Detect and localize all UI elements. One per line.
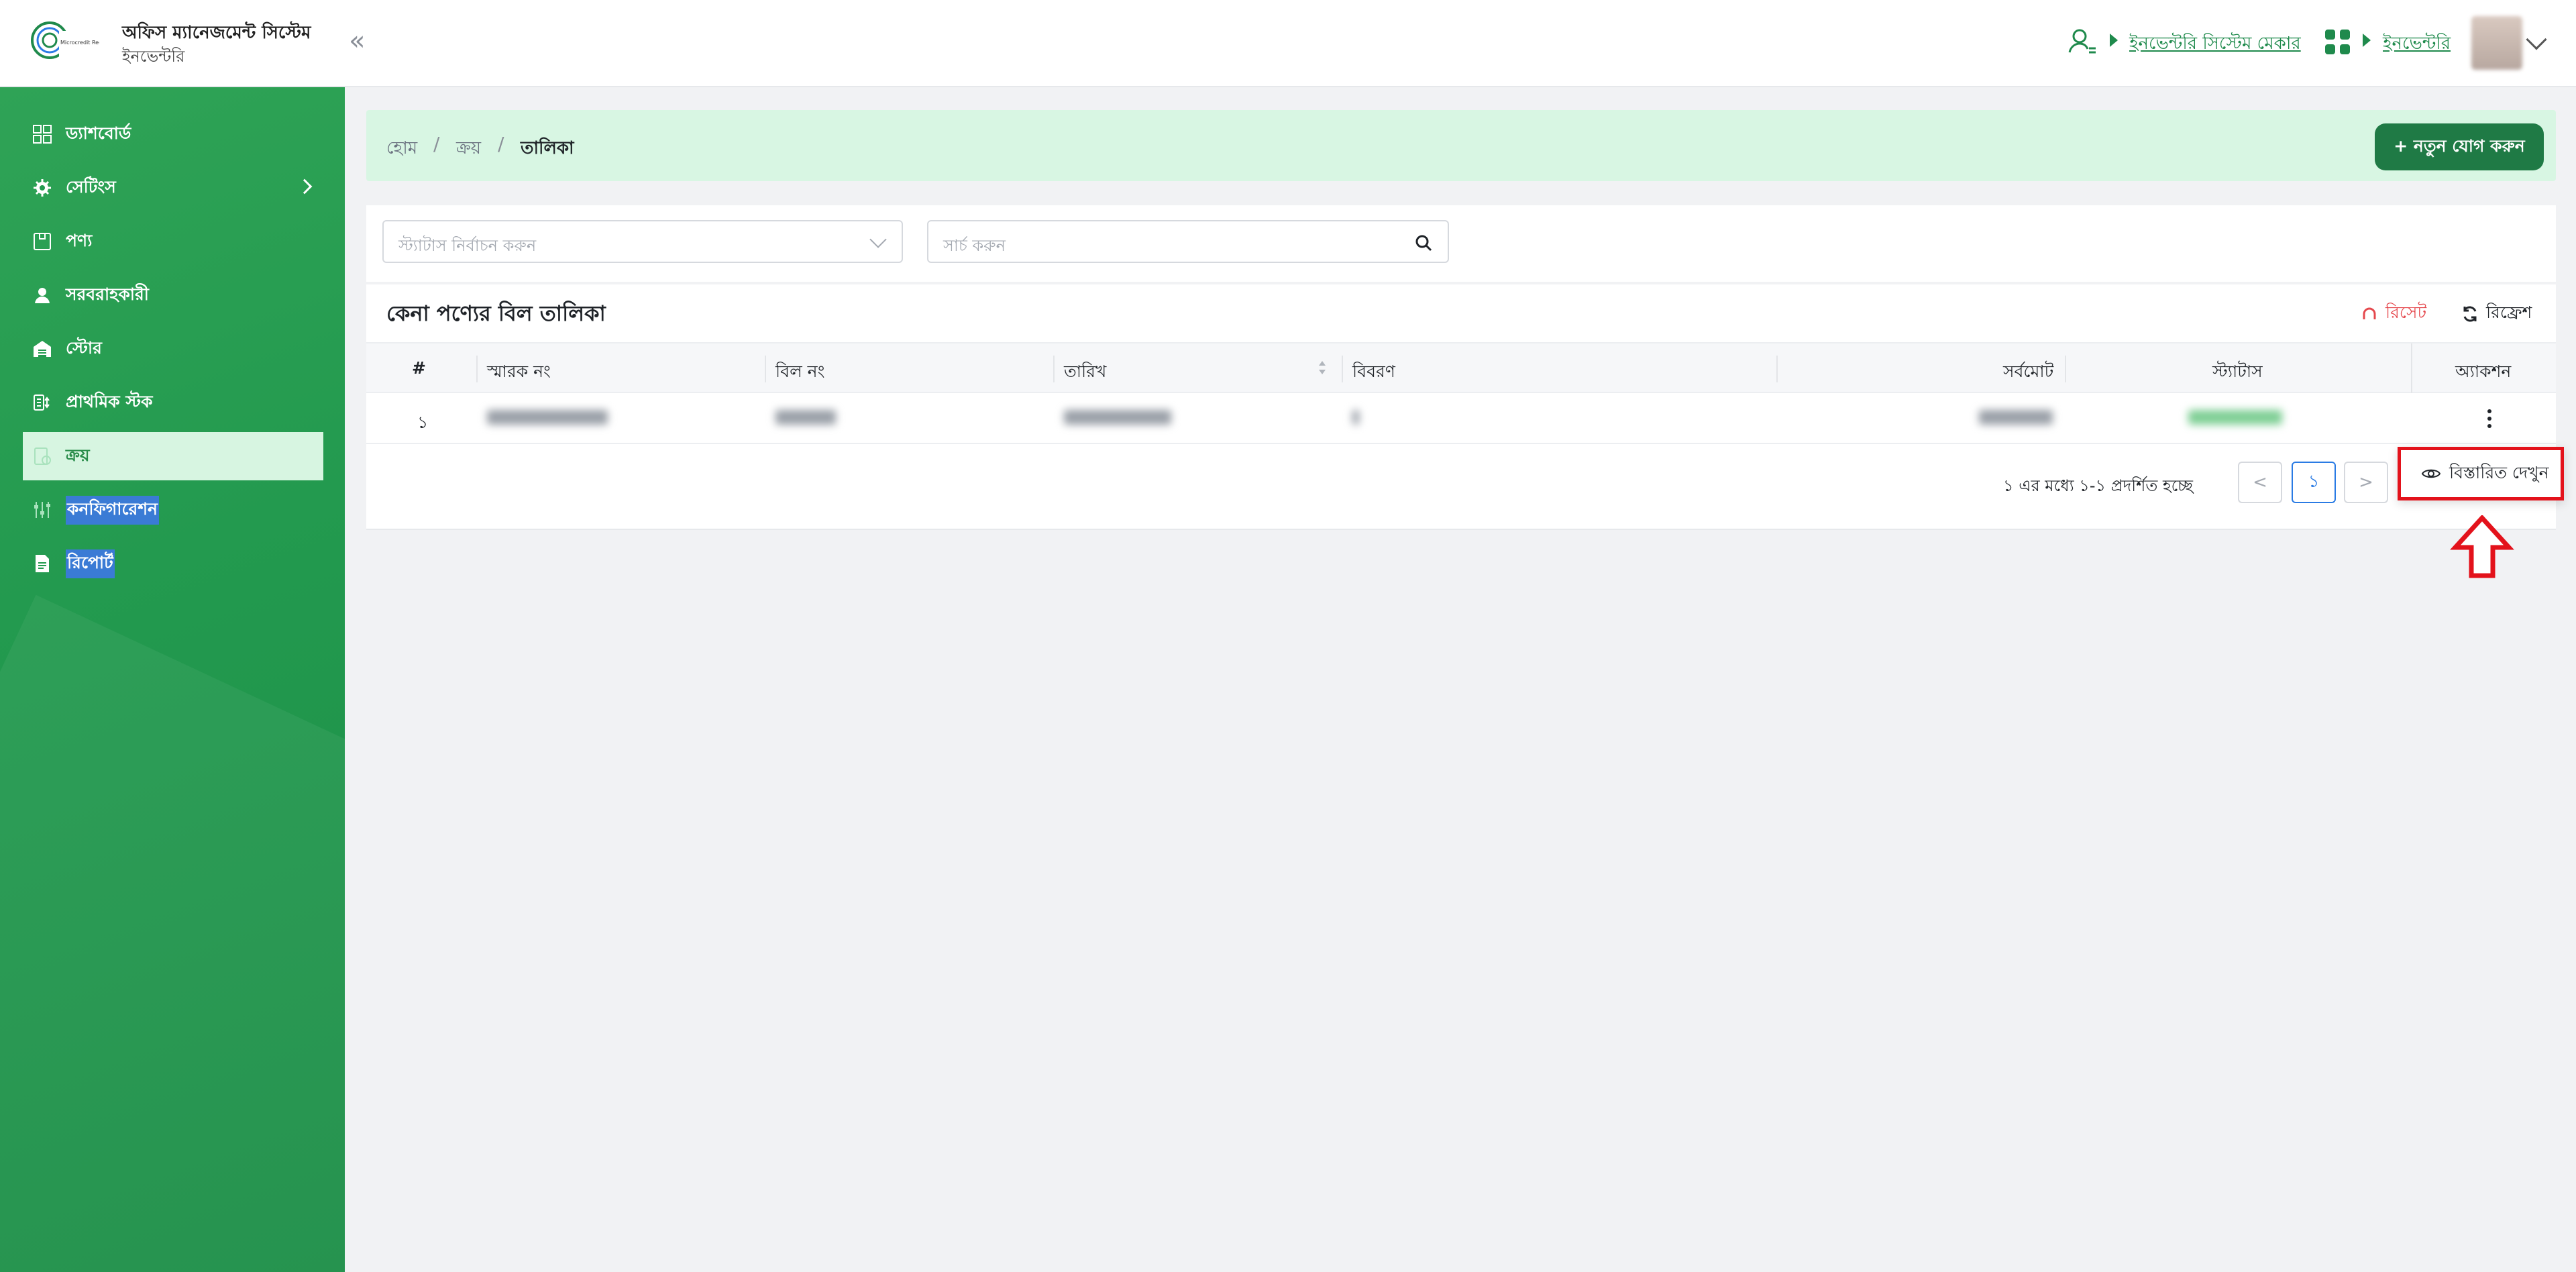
apps-grid-icon[interactable] — [2325, 30, 2351, 55]
chevron-right-icon — [297, 178, 313, 195]
mra-logo-icon: Microcredit Regulatory Authority — [31, 21, 99, 59]
refresh-icon — [2463, 306, 2477, 321]
row-index: ১ — [417, 413, 429, 432]
sort-icon[interactable] — [1318, 358, 1327, 377]
breadcrumb-home[interactable]: হোম — [386, 134, 417, 164]
sliders-icon — [32, 500, 52, 520]
sidebar-item-label: রিপোর্ট — [66, 549, 115, 578]
pagination-info: ১ এর মধ্যে ১-১ প্রদর্শিত হচ্ছে — [2003, 476, 2193, 495]
column-divider — [1342, 356, 1343, 382]
breadcrumb-purchase[interactable]: ক্রয় — [456, 134, 481, 164]
column-divider — [1053, 356, 1055, 382]
sidebar-item-label: ড্যাশবোর্ড — [66, 123, 131, 143]
row-status — [2188, 409, 2282, 429]
sidebar: ড্যাশবোর্ড সেটিংস পণ্য সরবরাহকারী স্টোর … — [0, 87, 345, 1272]
column-divider — [2411, 343, 2412, 394]
status-select[interactable]: স্ট্যাটাস নির্বাচন করুন — [382, 220, 903, 263]
row-description — [1352, 409, 1359, 429]
col-description: বিবরণ — [1352, 362, 1395, 381]
add-new-button[interactable]: + নতুন যোগ করুন — [2375, 123, 2544, 170]
sidebar-item-report[interactable]: রিপোর্ট — [23, 539, 323, 588]
arrow-up-icon — [2450, 515, 2514, 578]
avatar[interactable] — [2471, 16, 2522, 70]
column-divider — [1776, 356, 1778, 382]
chevron-down-icon — [869, 231, 887, 248]
search-placeholder: সার্চ করুন — [943, 236, 1006, 255]
gear-icon — [32, 178, 52, 198]
sidebar-item-initial-stock[interactable]: প্রাথমিক স্টক — [23, 378, 323, 427]
sidebar-item-label: ক্রয় — [66, 445, 90, 465]
row-date — [1064, 409, 1171, 429]
sidebar-item-label: সরবরাহকারী — [66, 284, 149, 304]
product-box-icon — [32, 231, 52, 252]
collapse-sidebar-icon[interactable]: « — [349, 25, 365, 56]
filter-card: স্ট্যাটাস নির্বাচন করুন সার্চ করুন — [366, 205, 2556, 282]
breadcrumb-current: তালিকা — [521, 138, 574, 158]
sidebar-item-store[interactable]: স্টোর — [23, 325, 323, 373]
user-role-icon — [2068, 29, 2096, 54]
table-title: কেনা পণ্যের বিল তালিকা — [386, 301, 606, 326]
reset-label: রিসেট — [2385, 303, 2427, 322]
breadcrumb-separator: / — [433, 133, 440, 155]
view-details-menu-item[interactable]: বিস্তারিত দেখুন — [2398, 447, 2564, 500]
refresh-label: রিফ্রেশ — [2486, 303, 2532, 322]
report-icon — [32, 553, 52, 574]
sidebar-item-configuration[interactable]: কনফিগারেশন — [23, 486, 323, 534]
col-memo-no: স্মারক নং — [487, 362, 551, 381]
column-divider — [2065, 356, 2066, 382]
col-status: স্ট্যাটাস — [2212, 362, 2263, 381]
sidebar-item-supplier[interactable]: সরবরাহকারী — [23, 271, 323, 319]
supplier-icon — [32, 285, 52, 305]
col-action: অ্যাকশন — [2455, 362, 2512, 381]
sidebar-item-settings[interactable]: সেটিংস — [23, 164, 323, 212]
col-date[interactable]: তারিখ — [1064, 358, 1106, 387]
column-divider — [765, 356, 766, 382]
pagination-next-button[interactable]: > — [2344, 462, 2388, 503]
more-actions-icon[interactable] — [2479, 401, 2500, 436]
sidebar-item-label: স্টোর — [66, 337, 102, 358]
store-icon — [32, 339, 52, 359]
module-link[interactable]: ইনভেন্টরি — [2383, 30, 2451, 59]
status-select-placeholder: স্ট্যাটাস নির্বাচন করুন — [398, 236, 537, 255]
caret-right-icon — [2363, 34, 2371, 47]
sidebar-item-dashboard[interactable]: ড্যাশবোর্ড — [23, 110, 323, 158]
purchase-icon — [32, 446, 52, 466]
reset-button[interactable]: রিসেট — [2360, 299, 2426, 328]
search-input[interactable]: সার্চ করুন — [927, 220, 1449, 263]
col-index: # — [412, 358, 426, 378]
brand-subtitle: ইনভেন্টরি — [122, 47, 185, 66]
sidebar-item-label: পণ্য — [66, 230, 93, 250]
top-header: Microcredit Regulatory Authority অফিস ম্… — [0, 0, 2576, 87]
bill-table-card: কেনা পণ্যের বিল তালিকা রিসেট রিফ্রেশ # স… — [366, 284, 2556, 530]
user-role-link[interactable]: ইনভেন্টরি সিস্টেম মেকার — [2129, 30, 2301, 59]
view-details-label: বিস্তারিত দেখুন — [2449, 462, 2549, 482]
breadcrumb-separator: / — [498, 133, 504, 155]
dashboard-grid-icon — [32, 124, 52, 144]
col-total: সর্বমোট — [2003, 362, 2054, 381]
reset-icon — [2363, 307, 2376, 319]
search-icon[interactable] — [1414, 233, 1433, 252]
row-bill-no — [775, 409, 836, 429]
sidebar-item-label: সেটিংস — [66, 176, 116, 197]
column-divider — [476, 356, 478, 382]
stock-icon — [32, 392, 52, 413]
sidebar-item-label: কনফিগারেশন — [66, 495, 159, 525]
sidebar-item-purchase[interactable]: ক্রয় — [23, 432, 323, 480]
chevron-down-icon[interactable] — [2526, 29, 2547, 50]
caret-right-icon — [2110, 34, 2118, 47]
pagination-prev-button[interactable]: < — [2238, 462, 2282, 503]
logo-text: Microcredit Regulatory Authority — [60, 40, 99, 46]
sidebar-item-label: প্রাথমিক স্টক — [66, 391, 153, 411]
breadcrumb: হোম / ক্রয় / তালিকা — [366, 110, 2556, 181]
col-bill-no: বিল নং — [775, 362, 825, 381]
eye-icon — [2421, 469, 2441, 478]
row-total — [1979, 409, 2053, 429]
pagination-page-button[interactable]: ১ — [2292, 462, 2336, 503]
refresh-button[interactable]: রিফ্রেশ — [2461, 299, 2532, 328]
table-header: # স্মারক নং বিল নং তারিখ বিবরণ সর্বমোট স… — [366, 342, 2556, 394]
sidebar-item-product[interactable]: পণ্য — [23, 217, 323, 266]
row-memo-no — [487, 409, 608, 429]
table-row: ১ — [366, 393, 2556, 444]
